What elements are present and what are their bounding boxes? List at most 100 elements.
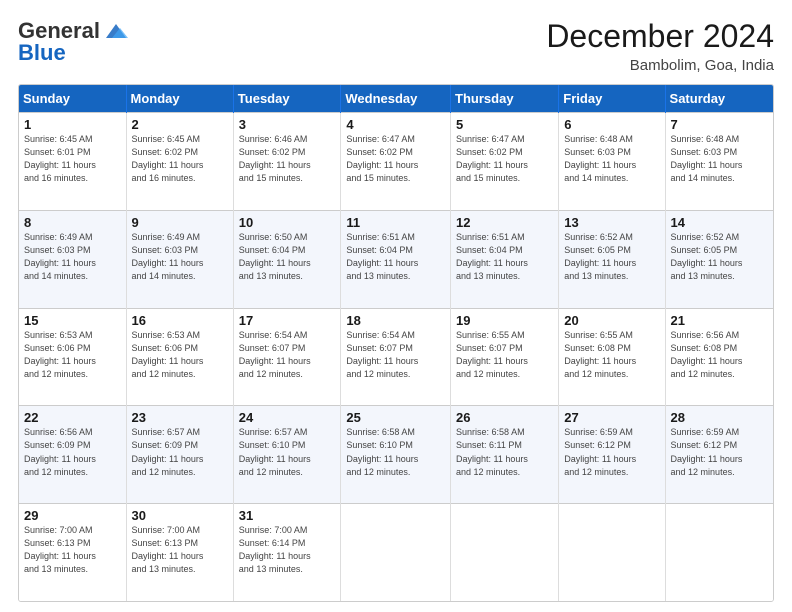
day-number: 25 xyxy=(346,410,445,425)
calendar-cell: 4Sunrise: 6:47 AMSunset: 6:02 PMDaylight… xyxy=(341,113,451,211)
day-info: Sunrise: 6:47 AMSunset: 6:02 PMDaylight:… xyxy=(456,133,553,185)
day-info: Sunrise: 6:57 AMSunset: 6:10 PMDaylight:… xyxy=(239,426,336,478)
day-info: Sunrise: 6:59 AMSunset: 6:12 PMDaylight:… xyxy=(564,426,659,478)
day-number: 12 xyxy=(456,215,553,230)
day-number: 1 xyxy=(24,117,121,132)
day-number: 17 xyxy=(239,313,336,328)
day-info: Sunrise: 6:59 AMSunset: 6:12 PMDaylight:… xyxy=(671,426,768,478)
day-info: Sunrise: 6:55 AMSunset: 6:07 PMDaylight:… xyxy=(456,329,553,381)
calendar-cell: 31Sunrise: 7:00 AMSunset: 6:14 PMDayligh… xyxy=(233,504,341,601)
day-info: Sunrise: 6:45 AMSunset: 6:01 PMDaylight:… xyxy=(24,133,121,185)
day-number: 2 xyxy=(132,117,228,132)
calendar-week-row: 15Sunrise: 6:53 AMSunset: 6:06 PMDayligh… xyxy=(19,308,773,406)
calendar-cell: 17Sunrise: 6:54 AMSunset: 6:07 PMDayligh… xyxy=(233,308,341,406)
calendar-cell: 15Sunrise: 6:53 AMSunset: 6:06 PMDayligh… xyxy=(19,308,126,406)
day-number: 26 xyxy=(456,410,553,425)
day-number: 22 xyxy=(24,410,121,425)
calendar-cell: 26Sunrise: 6:58 AMSunset: 6:11 PMDayligh… xyxy=(451,406,559,504)
day-info: Sunrise: 6:55 AMSunset: 6:08 PMDaylight:… xyxy=(564,329,659,381)
day-number: 11 xyxy=(346,215,445,230)
logo-icon xyxy=(102,22,130,40)
calendar-header-row: SundayMondayTuesdayWednesdayThursdayFrid… xyxy=(19,85,773,113)
day-number: 4 xyxy=(346,117,445,132)
calendar-cell: 9Sunrise: 6:49 AMSunset: 6:03 PMDaylight… xyxy=(126,210,233,308)
calendar-cell: 24Sunrise: 6:57 AMSunset: 6:10 PMDayligh… xyxy=(233,406,341,504)
calendar-cell: 5Sunrise: 6:47 AMSunset: 6:02 PMDaylight… xyxy=(451,113,559,211)
day-info: Sunrise: 6:56 AMSunset: 6:09 PMDaylight:… xyxy=(24,426,121,478)
day-info: Sunrise: 6:49 AMSunset: 6:03 PMDaylight:… xyxy=(24,231,121,283)
calendar-cell: 8Sunrise: 6:49 AMSunset: 6:03 PMDaylight… xyxy=(19,210,126,308)
day-number: 9 xyxy=(132,215,228,230)
col-header-thursday: Thursday xyxy=(451,85,559,113)
day-number: 5 xyxy=(456,117,553,132)
day-info: Sunrise: 6:53 AMSunset: 6:06 PMDaylight:… xyxy=(24,329,121,381)
day-number: 29 xyxy=(24,508,121,523)
day-info: Sunrise: 7:00 AMSunset: 6:14 PMDaylight:… xyxy=(239,524,336,576)
day-number: 16 xyxy=(132,313,228,328)
calendar-cell: 6Sunrise: 6:48 AMSunset: 6:03 PMDaylight… xyxy=(559,113,665,211)
calendar-cell: 18Sunrise: 6:54 AMSunset: 6:07 PMDayligh… xyxy=(341,308,451,406)
day-number: 31 xyxy=(239,508,336,523)
day-info: Sunrise: 6:48 AMSunset: 6:03 PMDaylight:… xyxy=(671,133,768,185)
day-info: Sunrise: 6:46 AMSunset: 6:02 PMDaylight:… xyxy=(239,133,336,185)
title-block: December 2024 Bambolim, Goa, India xyxy=(546,18,774,74)
day-info: Sunrise: 6:48 AMSunset: 6:03 PMDaylight:… xyxy=(564,133,659,185)
day-info: Sunrise: 6:49 AMSunset: 6:03 PMDaylight:… xyxy=(132,231,228,283)
day-info: Sunrise: 6:51 AMSunset: 6:04 PMDaylight:… xyxy=(456,231,553,283)
day-info: Sunrise: 6:47 AMSunset: 6:02 PMDaylight:… xyxy=(346,133,445,185)
calendar-cell: 11Sunrise: 6:51 AMSunset: 6:04 PMDayligh… xyxy=(341,210,451,308)
day-number: 6 xyxy=(564,117,659,132)
calendar-cell: 7Sunrise: 6:48 AMSunset: 6:03 PMDaylight… xyxy=(665,113,773,211)
day-number: 7 xyxy=(671,117,768,132)
day-info: Sunrise: 6:58 AMSunset: 6:10 PMDaylight:… xyxy=(346,426,445,478)
calendar-week-row: 29Sunrise: 7:00 AMSunset: 6:13 PMDayligh… xyxy=(19,504,773,601)
calendar: SundayMondayTuesdayWednesdayThursdayFrid… xyxy=(18,84,774,602)
logo-blue-text: Blue xyxy=(18,40,66,66)
day-info: Sunrise: 6:56 AMSunset: 6:08 PMDaylight:… xyxy=(671,329,768,381)
day-info: Sunrise: 7:00 AMSunset: 6:13 PMDaylight:… xyxy=(24,524,121,576)
calendar-cell: 12Sunrise: 6:51 AMSunset: 6:04 PMDayligh… xyxy=(451,210,559,308)
col-header-wednesday: Wednesday xyxy=(341,85,451,113)
calendar-cell xyxy=(341,504,451,601)
calendar-cell: 28Sunrise: 6:59 AMSunset: 6:12 PMDayligh… xyxy=(665,406,773,504)
month-title: December 2024 xyxy=(546,18,774,55)
day-number: 21 xyxy=(671,313,768,328)
day-number: 8 xyxy=(24,215,121,230)
calendar-cell: 30Sunrise: 7:00 AMSunset: 6:13 PMDayligh… xyxy=(126,504,233,601)
col-header-saturday: Saturday xyxy=(665,85,773,113)
calendar-cell xyxy=(665,504,773,601)
day-number: 30 xyxy=(132,508,228,523)
calendar-week-row: 22Sunrise: 6:56 AMSunset: 6:09 PMDayligh… xyxy=(19,406,773,504)
day-info: Sunrise: 6:58 AMSunset: 6:11 PMDaylight:… xyxy=(456,426,553,478)
col-header-monday: Monday xyxy=(126,85,233,113)
day-number: 20 xyxy=(564,313,659,328)
day-info: Sunrise: 6:50 AMSunset: 6:04 PMDaylight:… xyxy=(239,231,336,283)
col-header-friday: Friday xyxy=(559,85,665,113)
calendar-cell: 14Sunrise: 6:52 AMSunset: 6:05 PMDayligh… xyxy=(665,210,773,308)
calendar-week-row: 1Sunrise: 6:45 AMSunset: 6:01 PMDaylight… xyxy=(19,113,773,211)
day-number: 3 xyxy=(239,117,336,132)
day-info: Sunrise: 6:53 AMSunset: 6:06 PMDaylight:… xyxy=(132,329,228,381)
calendar-cell: 27Sunrise: 6:59 AMSunset: 6:12 PMDayligh… xyxy=(559,406,665,504)
calendar-cell: 25Sunrise: 6:58 AMSunset: 6:10 PMDayligh… xyxy=(341,406,451,504)
day-info: Sunrise: 6:54 AMSunset: 6:07 PMDaylight:… xyxy=(239,329,336,381)
calendar-cell: 20Sunrise: 6:55 AMSunset: 6:08 PMDayligh… xyxy=(559,308,665,406)
day-number: 13 xyxy=(564,215,659,230)
day-info: Sunrise: 7:00 AMSunset: 6:13 PMDaylight:… xyxy=(132,524,228,576)
day-number: 28 xyxy=(671,410,768,425)
day-info: Sunrise: 6:54 AMSunset: 6:07 PMDaylight:… xyxy=(346,329,445,381)
day-number: 23 xyxy=(132,410,228,425)
calendar-cell: 29Sunrise: 7:00 AMSunset: 6:13 PMDayligh… xyxy=(19,504,126,601)
calendar-cell xyxy=(559,504,665,601)
calendar-cell xyxy=(451,504,559,601)
header: General Blue December 2024 Bambolim, Goa… xyxy=(18,18,774,74)
page: General Blue December 2024 Bambolim, Goa… xyxy=(0,0,792,612)
day-info: Sunrise: 6:45 AMSunset: 6:02 PMDaylight:… xyxy=(132,133,228,185)
logo: General Blue xyxy=(18,18,130,66)
day-number: 15 xyxy=(24,313,121,328)
day-number: 27 xyxy=(564,410,659,425)
calendar-cell: 22Sunrise: 6:56 AMSunset: 6:09 PMDayligh… xyxy=(19,406,126,504)
day-number: 10 xyxy=(239,215,336,230)
calendar-cell: 19Sunrise: 6:55 AMSunset: 6:07 PMDayligh… xyxy=(451,308,559,406)
calendar-cell: 16Sunrise: 6:53 AMSunset: 6:06 PMDayligh… xyxy=(126,308,233,406)
